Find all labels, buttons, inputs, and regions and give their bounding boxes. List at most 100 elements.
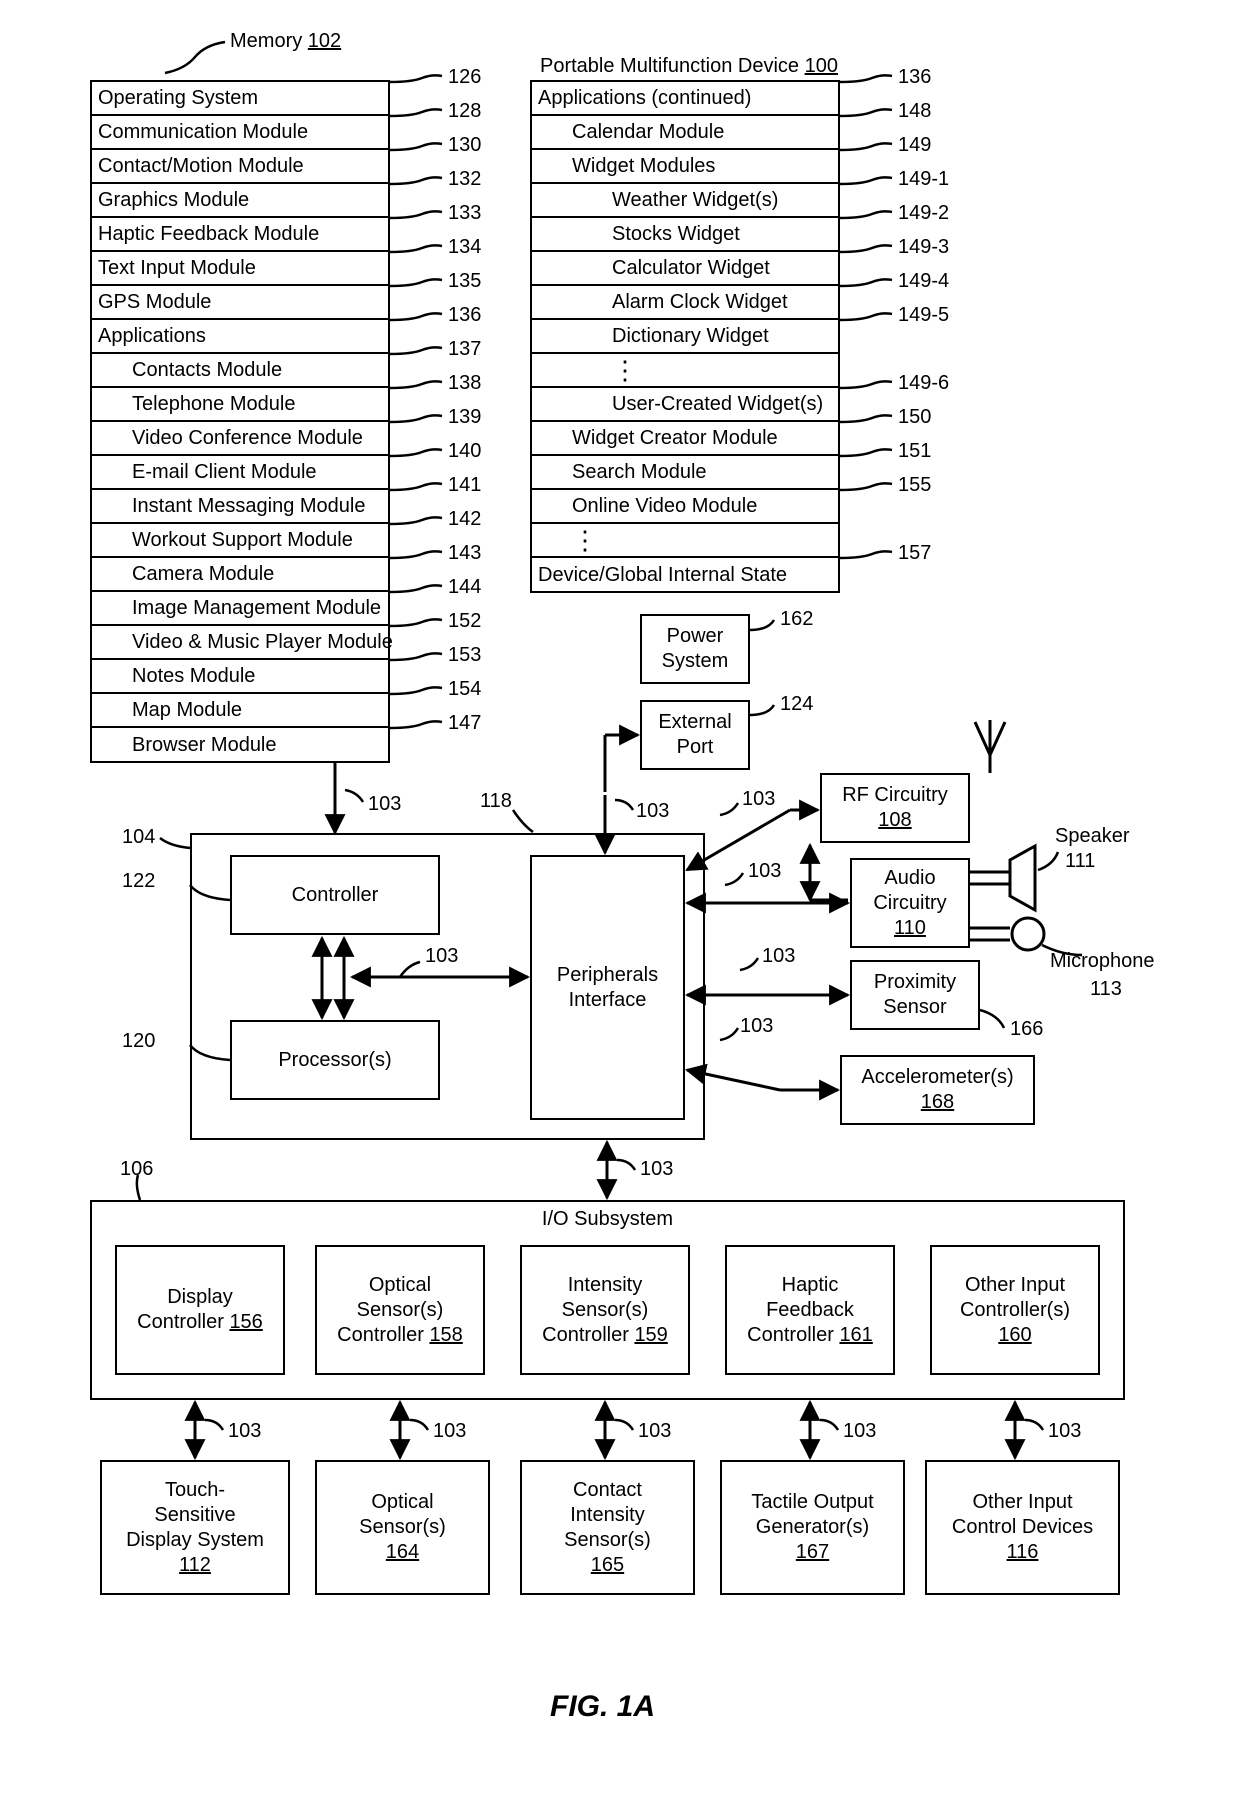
list-row: Widget Creator Module — [532, 422, 838, 456]
other-controller: Other Input Controller(s)160 — [930, 1245, 1100, 1375]
list-row: Instant Messaging Module — [92, 490, 388, 524]
list-row: Browser Module — [92, 728, 388, 762]
ref-152: 152 — [448, 610, 481, 633]
controller: Controller — [230, 855, 440, 935]
ref-149-5: 149-5 — [898, 304, 949, 327]
ref-140: 140 — [448, 440, 481, 463]
intensity-controller: Intensity Sensor(s) Controller 159 — [520, 1245, 690, 1375]
list-row: Graphics Module — [92, 184, 388, 218]
ref-141: 141 — [448, 474, 481, 497]
ref-120: 120 — [122, 1030, 155, 1053]
ref-103-h: 103 — [640, 1158, 673, 1181]
ref-142: 142 — [448, 508, 481, 531]
ref-151: 151 — [898, 440, 931, 463]
display-controller: Display Controller 156 — [115, 1245, 285, 1375]
memory-title: Memory 102 — [230, 30, 341, 53]
ref-149-3: 149-3 — [898, 236, 949, 259]
list-row: Calendar Module — [532, 116, 838, 150]
apps-continued-box: Applications (continued)Calendar ModuleW… — [530, 80, 840, 593]
ref-139: 139 — [448, 406, 481, 429]
ref-126: 126 — [448, 66, 481, 89]
list-row: Text Input Module — [92, 252, 388, 286]
ref-128: 128 — [448, 100, 481, 123]
other-devices: Other Input Control Devices116 — [925, 1460, 1120, 1595]
list-row: Dictionary Widget — [532, 320, 838, 354]
io-subsystem-title: I/O Subsystem — [92, 1202, 1123, 1231]
list-row: Haptic Feedback Module — [92, 218, 388, 252]
ref-103-m: 103 — [1048, 1420, 1081, 1443]
list-row: Map Module — [92, 694, 388, 728]
ref-138: 138 — [448, 372, 481, 395]
list-row: Video & Music Player Module — [92, 626, 388, 660]
list-row: Online Video Module — [532, 490, 838, 524]
audio-circuitry: Audio Circuitry110 — [850, 858, 970, 948]
ref-154: 154 — [448, 678, 481, 701]
ref-122: 122 — [122, 870, 155, 893]
ref-144: 144 — [448, 576, 481, 599]
tactile-generator: Tactile Output Generator(s)167 — [720, 1460, 905, 1595]
list-row: Communication Module — [92, 116, 388, 150]
power-system: Power System — [640, 614, 750, 684]
list-row: ⋮ — [532, 354, 838, 388]
ref-166: 166 — [1010, 1018, 1043, 1041]
optical-sensor: Optical Sensor(s)164 — [315, 1460, 490, 1595]
ref-147: 147 — [448, 712, 481, 735]
list-row: Widget Modules — [532, 150, 838, 184]
touch-display: Touch- Sensitive Display System112 — [100, 1460, 290, 1595]
ref-137: 137 — [448, 338, 481, 361]
mic-label: Microphone — [1050, 950, 1155, 973]
list-row: Camera Module — [92, 558, 388, 592]
device-title: Portable Multifunction Device 100 — [540, 55, 838, 78]
ref-103-g: 103 — [740, 1015, 773, 1038]
list-row: Search Module — [532, 456, 838, 490]
ref-134: 134 — [448, 236, 481, 259]
external-port: External Port — [640, 700, 750, 770]
proximity-sensor: Proximity Sensor — [850, 960, 980, 1030]
list-row: Contacts Module — [92, 354, 388, 388]
list-row: Image Management Module — [92, 592, 388, 626]
list-row: Alarm Clock Widget — [532, 286, 838, 320]
ref-103-c: 103 — [636, 800, 669, 823]
ref-103-f: 103 — [762, 945, 795, 968]
speaker-label: Speaker — [1055, 825, 1130, 848]
ref-130: 130 — [448, 134, 481, 157]
ref-136: 136 — [448, 304, 481, 327]
ref-106: 106 — [120, 1158, 153, 1181]
list-row: Telephone Module — [92, 388, 388, 422]
ref-111: 111 — [1065, 850, 1095, 873]
haptic-controller: Haptic Feedback Controller 161 — [725, 1245, 895, 1375]
list-row: ⋮ — [532, 524, 838, 558]
ref-136: 136 — [898, 66, 931, 89]
ref-133: 133 — [448, 202, 481, 225]
ref-103-a: 103 — [368, 793, 401, 816]
ref-153: 153 — [448, 644, 481, 667]
ref-162: 162 — [780, 608, 813, 631]
accelerometer: Accelerometer(s)168 — [840, 1055, 1035, 1125]
list-row: Calculator Widget — [532, 252, 838, 286]
ref-103-d: 103 — [742, 788, 775, 811]
ref-150: 150 — [898, 406, 931, 429]
ref-148: 148 — [898, 100, 931, 123]
ref-143: 143 — [448, 542, 481, 565]
rf-circuitry: RF Circuitry108 — [820, 773, 970, 843]
ref-113: 113 — [1090, 978, 1122, 1001]
ref-157: 157 — [898, 542, 931, 565]
ref-103-i: 103 — [228, 1420, 261, 1443]
ref-103-l: 103 — [843, 1420, 876, 1443]
list-row: Contact/Motion Module — [92, 150, 388, 184]
list-row: Stocks Widget — [532, 218, 838, 252]
figure-label: FIG. 1A — [550, 1690, 655, 1724]
list-row: Applications (continued) — [532, 82, 838, 116]
list-row: E-mail Client Module — [92, 456, 388, 490]
ref-103-e: 103 — [748, 860, 781, 883]
list-row: Video Conference Module — [92, 422, 388, 456]
ref-103-j: 103 — [433, 1420, 466, 1443]
ref-149: 149 — [898, 134, 931, 157]
list-row: Weather Widget(s) — [532, 184, 838, 218]
ref-124: 124 — [780, 693, 813, 716]
list-row: Device/Global Internal State — [532, 558, 838, 592]
peripherals-interface: Peripherals Interface — [530, 855, 685, 1120]
list-row: GPS Module — [92, 286, 388, 320]
processor: Processor(s) — [230, 1020, 440, 1100]
ref-149-1: 149-1 — [898, 168, 949, 191]
